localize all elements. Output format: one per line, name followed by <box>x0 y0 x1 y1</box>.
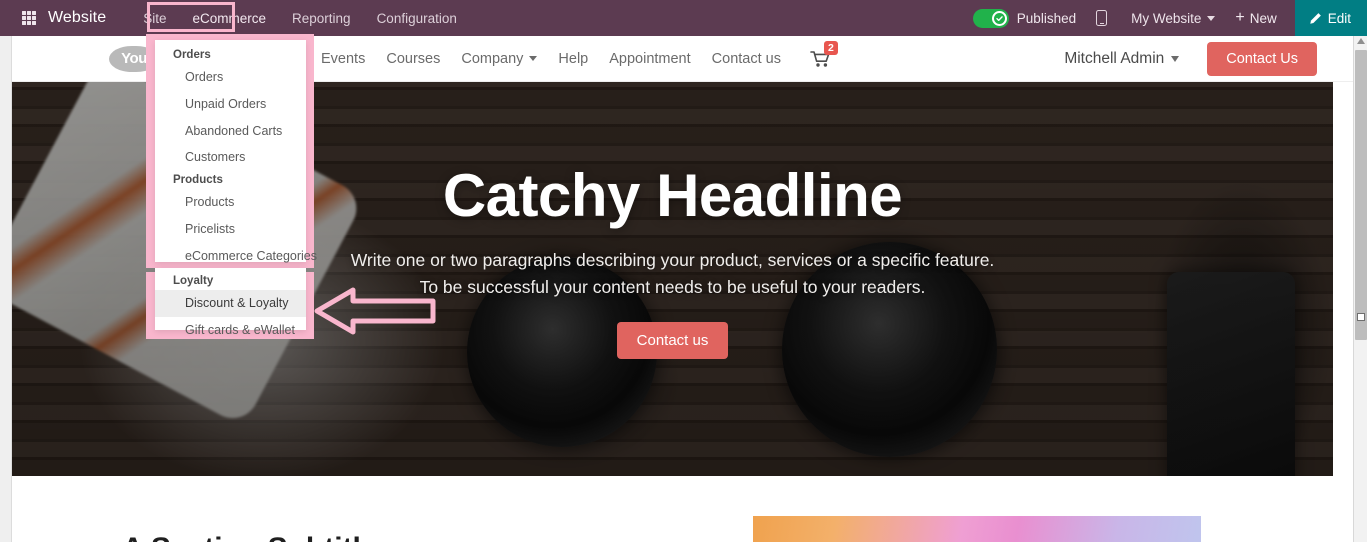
published-toggle[interactable] <box>972 8 1009 28</box>
user-name-label[interactable]: Mitchell Admin <box>1064 50 1164 68</box>
left-arrow-annotation-icon <box>314 287 436 335</box>
section-gradient-image <box>753 516 1201 542</box>
menu-configuration[interactable]: Configuration <box>366 6 468 31</box>
dropdown-item-abandoned-carts[interactable]: Abandoned Carts <box>155 118 306 145</box>
nav-item-company[interactable]: Company <box>461 50 538 67</box>
website-nav: Events Courses Company Help Appointment … <box>321 40 838 68</box>
chevron-down-icon <box>529 56 538 61</box>
dropdown-item-unpaid-orders[interactable]: Unpaid Orders <box>155 91 306 118</box>
menu-ecommerce[interactable]: eCommerce <box>181 6 277 31</box>
odoo-top-bar: Website Site eCommerce Reporting Configu… <box>0 0 1367 36</box>
hero-subtitle-line-1: Write one or two paragraphs describing y… <box>350 250 995 270</box>
nav-item-contact-us[interactable]: Contact us <box>712 51 781 67</box>
apps-grid-icon[interactable] <box>22 11 36 25</box>
hero-subtitle-line-2: To be successful your content needs to b… <box>419 277 926 298</box>
header-contact-us-button[interactable]: Contact Us <box>1207 41 1317 76</box>
chevron-down-icon[interactable] <box>1207 15 1216 21</box>
edit-button[interactable]: Edit <box>1294 0 1367 36</box>
odoo-bar-right-controls: Published My Website + New Edit <box>972 0 1367 36</box>
nav-label: Courses <box>386 50 441 67</box>
dropdown-item-products[interactable]: Products <box>155 189 306 216</box>
ecommerce-dropdown-panel-loyalty: Loyalty Discount & Loyalty Gift cards & … <box>155 268 306 337</box>
published-label: Published <box>1016 10 1077 26</box>
menu-site[interactable]: Site <box>132 6 177 31</box>
hero-title: Catchy Headline <box>442 162 903 229</box>
dropdown-section-loyalty: Loyalty <box>173 275 214 287</box>
nav-item-events[interactable]: Events <box>321 51 365 67</box>
dropdown-section-products: Products <box>173 174 223 186</box>
new-button-label: New <box>1249 10 1277 26</box>
screen-root: Website Site eCommerce Reporting Configu… <box>0 0 1367 542</box>
nav-label: Contact us <box>711 50 781 67</box>
scroll-marker <box>1357 313 1365 321</box>
cart-count-badge: 2 <box>823 40 838 55</box>
scroll-thumb[interactable] <box>1355 50 1367 340</box>
chevron-down-icon[interactable] <box>1171 55 1180 62</box>
hero-subtitle: Write one or two paragraphs describing y… <box>351 247 995 301</box>
nav-label: Company <box>461 50 524 67</box>
menu-reporting[interactable]: Reporting <box>281 6 362 31</box>
dropdown-item-pricelists[interactable]: Pricelists <box>155 216 306 243</box>
section-subtitle: A Section Subtitle <box>122 532 378 542</box>
plus-icon: + <box>1235 9 1245 26</box>
ecommerce-dropdown-panel-main: Orders Orders Unpaid Orders Abandoned Ca… <box>155 40 317 289</box>
website-header-right: Mitchell Admin Contact Us <box>1064 41 1317 76</box>
cart-button[interactable]: 2 <box>810 40 838 68</box>
dropdown-item-gift-cards-ewallet[interactable]: Gift cards & eWallet <box>155 317 306 344</box>
vertical-scrollbar[interactable] <box>1353 36 1367 542</box>
left-gutter <box>0 36 12 542</box>
nav-label: Help <box>558 50 589 67</box>
nav-item-help[interactable]: Help <box>558 51 588 67</box>
dropdown-item-ecommerce-categories[interactable]: eCommerce Categories <box>155 243 317 270</box>
dropdown-item-orders[interactable]: Orders <box>155 64 306 91</box>
nav-item-courses[interactable]: Courses <box>386 51 440 67</box>
dropdown-item-discount-loyalty[interactable]: Discount & Loyalty <box>155 290 306 317</box>
website-selector-label[interactable]: My Website <box>1131 11 1201 26</box>
hero-contact-us-button[interactable]: Contact us <box>616 322 729 360</box>
check-icon <box>991 10 1007 26</box>
pencil-icon <box>1310 12 1321 24</box>
edit-button-label: Edit <box>1327 10 1351 26</box>
new-button[interactable]: + New <box>1235 10 1276 26</box>
nav-label: Events <box>321 50 366 67</box>
nav-item-appointment[interactable]: Appointment <box>609 51 690 67</box>
nav-label: Appointment <box>609 50 691 67</box>
dropdown-section-orders: Orders <box>173 49 211 61</box>
lower-section: A Section Subtitle <box>12 476 1353 542</box>
scroll-up-arrow-icon[interactable] <box>1357 38 1365 44</box>
app-brand-title[interactable]: Website <box>48 9 106 27</box>
dropdown-item-customers[interactable]: Customers <box>155 144 306 171</box>
mobile-preview-icon[interactable] <box>1096 10 1108 26</box>
